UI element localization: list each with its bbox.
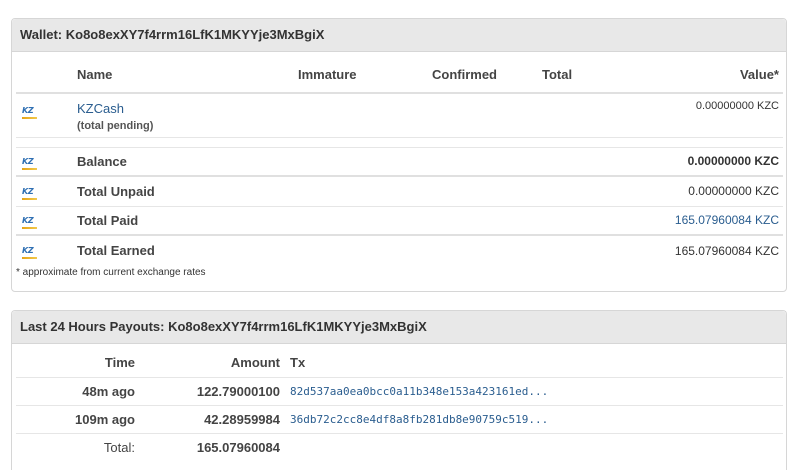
payout-time: 109m ago xyxy=(16,404,135,433)
payout-tx-link[interactable]: 36db72c2cc8e4df8a8fb281db8e90759c519... xyxy=(280,404,783,433)
kzc-coin-icon: KZ xyxy=(22,187,38,201)
coin-name-link[interactable]: KZCash xyxy=(77,101,298,116)
payouts-panel: Last 24 Hours Payouts: Ko8o8exXY7f4rrm16… xyxy=(11,310,787,470)
col-time: Time xyxy=(104,355,135,371)
kzc-coin-icon: KZ xyxy=(22,216,38,230)
kzc-coin-icon: KZ xyxy=(22,157,38,171)
total-unpaid-value: 0.00000000 KZC xyxy=(637,175,783,206)
wallet-table-header: Name Immature Confirmed Total Value* xyxy=(16,57,783,93)
total-paid-link[interactable]: 165.07960084 KZC xyxy=(637,205,783,235)
total-unpaid-label: Total Unpaid xyxy=(77,175,298,206)
total-paid-label: Total Paid xyxy=(77,205,298,235)
payout-row: 109m ago 42.28959984 36db72c2cc8e4df8a8f… xyxy=(16,404,783,433)
total-earned-row: KZ Total Earned 165.07960084 KZC xyxy=(16,234,783,265)
col-total: Total xyxy=(542,67,573,82)
kzc-coin-icon: KZ xyxy=(22,106,38,120)
col-tx: Tx xyxy=(290,355,306,371)
coin-row: KZ KZCash (total pending) 0.00000000 KZC xyxy=(16,92,783,137)
balance-row: KZ Balance 0.00000000 KZC xyxy=(16,146,783,176)
total-earned-value: 165.07960084 KZC xyxy=(637,234,783,265)
balance-value: 0.00000000 KZC xyxy=(637,146,783,176)
col-confirmed: Confirmed xyxy=(432,67,497,82)
payouts-panel-title: Last 24 Hours Payouts: Ko8o8exXY7f4rrm16… xyxy=(12,311,786,344)
wallet-panel-title: Wallet: Ko8o8exXY7f4rrm16LfK1MKYYje3MxBg… xyxy=(12,19,786,52)
coin-subtitle: (total pending) xyxy=(77,120,154,132)
exchange-rate-footnote: * approximate from current exchange rate… xyxy=(16,267,206,278)
payouts-total-amount: 165.07960084 xyxy=(135,432,280,461)
payouts-table: Time Amount Tx 48m ago 122.79000100 82d5… xyxy=(16,349,783,461)
col-immature: Immature xyxy=(298,67,357,82)
kzc-coin-icon: KZ xyxy=(22,246,38,260)
wallet-table: Name Immature Confirmed Total Value* KZ … xyxy=(16,57,783,265)
payout-amount: 122.79000100 xyxy=(135,376,280,405)
payouts-table-header: Time Amount Tx xyxy=(16,349,783,377)
payout-row: 48m ago 122.79000100 82d537aa0ea0bcc0a11… xyxy=(16,376,783,405)
col-name: Name xyxy=(77,67,113,82)
col-value: Value* xyxy=(739,67,779,82)
payout-tx-link[interactable]: 82d537aa0ea0bcc0a11b348e153a423161ed... xyxy=(280,376,783,405)
payouts-total-row: Total: 165.07960084 xyxy=(16,432,783,461)
coin-value: 0.00000000 KZC xyxy=(637,92,783,137)
total-earned-label: Total Earned xyxy=(77,234,298,265)
payouts-total-label: Total: xyxy=(16,432,135,461)
total-unpaid-row: KZ Total Unpaid 0.00000000 KZC xyxy=(16,175,783,206)
payout-time: 48m ago xyxy=(16,376,135,405)
wallet-panel: Wallet: Ko8o8exXY7f4rrm16LfK1MKYYje3MxBg… xyxy=(11,18,787,292)
payout-amount: 42.28959984 xyxy=(135,404,280,433)
total-paid-row: KZ Total Paid 165.07960084 KZC xyxy=(16,205,783,235)
balance-label: Balance xyxy=(77,146,298,176)
col-amount: Amount xyxy=(230,355,280,371)
